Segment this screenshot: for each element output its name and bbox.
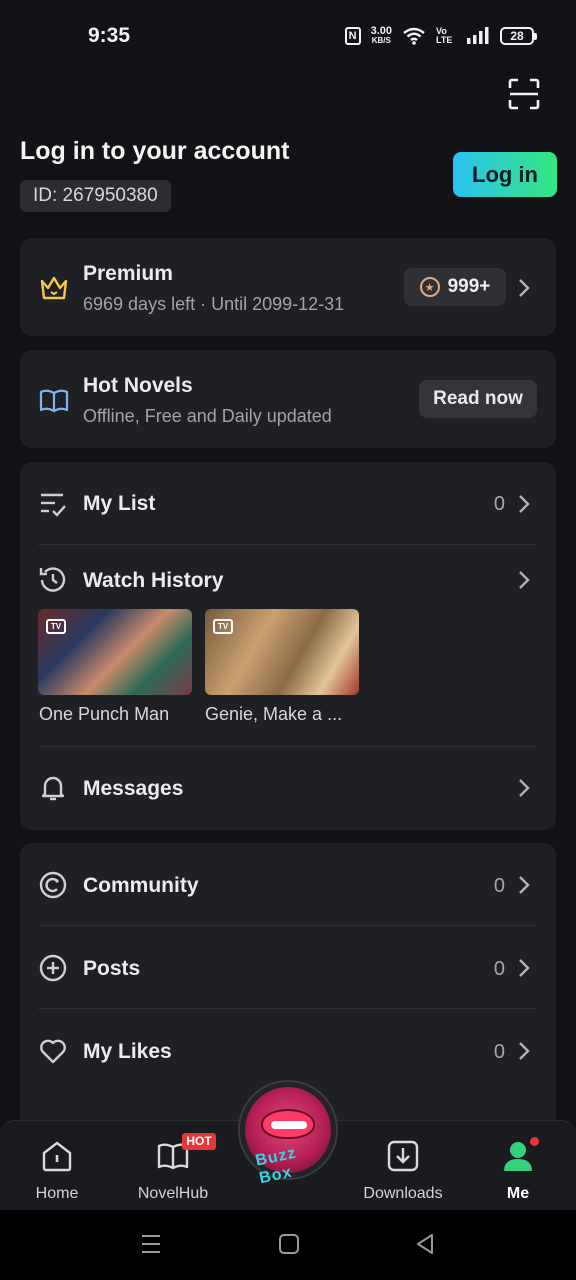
- coin-balance[interactable]: ★ 999+: [404, 268, 506, 306]
- my-likes-count: 0: [493, 1041, 505, 1063]
- nav-downloads-label: Downloads: [363, 1185, 443, 1202]
- nav-novelhub-label: NovelHub: [137, 1185, 209, 1202]
- chevron-right-icon: [519, 779, 530, 797]
- chevron-right-icon: [519, 1042, 530, 1060]
- coin-icon: ★: [419, 277, 440, 297]
- login-button[interactable]: Log in: [453, 152, 557, 197]
- nav-downloads[interactable]: Downloads: [348, 1139, 458, 1203]
- heart-icon: [40, 1039, 66, 1064]
- status-bar: 9:35 N 3.00 KB/S Vo LTE 28: [0, 0, 576, 74]
- history-thumbnail-2[interactable]: TV: [205, 609, 359, 695]
- bell-icon: [41, 776, 65, 801]
- nav-me-label: Me: [506, 1185, 530, 1202]
- watch-history-row[interactable]: Watch History: [20, 545, 556, 605]
- my-likes-label: My Likes: [83, 1040, 172, 1063]
- premium-title: Premium: [83, 262, 173, 285]
- scan-icon[interactable]: [508, 78, 540, 110]
- premium-card[interactable]: Premium 6969 days left · Until 2099-12-3…: [20, 238, 556, 336]
- hot-novels-title: Hot Novels: [83, 374, 193, 397]
- notification-dot: [530, 1137, 539, 1146]
- posts-row[interactable]: Posts 0: [20, 926, 556, 1009]
- history-thumbnail-1[interactable]: TV: [38, 609, 192, 695]
- chevron-right-icon: [519, 279, 530, 297]
- community-icon: [39, 871, 67, 899]
- plus-circle-icon: [39, 954, 67, 982]
- watch-history-label: Watch History: [83, 569, 224, 592]
- status-time: 9:35: [88, 24, 131, 47]
- hot-badge: HOT: [182, 1133, 216, 1150]
- network-speed-unit: KB/S: [371, 36, 391, 45]
- network-speed: 3.00 KB/S: [371, 26, 392, 46]
- home-square-icon[interactable]: [278, 1232, 300, 1256]
- back-icon[interactable]: [414, 1232, 436, 1256]
- status-icons: N 3.00 KB/S Vo LTE 28: [344, 26, 537, 46]
- chevron-right-icon: [519, 495, 530, 513]
- download-icon: [387, 1140, 419, 1172]
- hot-novels-subtitle: Offline, Free and Daily updated: [83, 406, 332, 426]
- chevron-right-icon: [519, 876, 530, 894]
- library-card: My List 0 Watch History TV One Punch Man…: [20, 462, 556, 830]
- premium-subtitle: 6969 days left · Until 2099-12-31: [83, 294, 345, 314]
- community-row[interactable]: Community 0: [20, 843, 556, 926]
- messages-label: Messages: [83, 777, 184, 800]
- history-icon: [39, 567, 66, 592]
- history-title-2[interactable]: Genie, Make a ...: [205, 704, 342, 725]
- book-icon: [39, 389, 69, 413]
- hot-novels-card[interactable]: Hot Novels Offline, Free and Daily updat…: [20, 350, 556, 448]
- nav-home[interactable]: Home: [2, 1139, 112, 1203]
- posts-label: Posts: [83, 957, 141, 980]
- signal-icon: [467, 27, 489, 44]
- nav-me[interactable]: Me: [463, 1139, 573, 1203]
- my-likes-row[interactable]: My Likes 0: [20, 1009, 556, 1092]
- account-title[interactable]: Log in to your account: [20, 137, 289, 166]
- list-check-icon: [41, 493, 66, 517]
- my-list-label: My List: [83, 492, 156, 515]
- nfc-icon: N: [344, 27, 361, 45]
- chevron-right-icon: [519, 571, 530, 589]
- home-icon: [42, 1141, 72, 1172]
- system-navigation-bar: [0, 1210, 576, 1280]
- lips-logo-icon: [261, 1109, 315, 1139]
- read-now-button[interactable]: Read now: [419, 380, 537, 418]
- wifi-icon: [403, 27, 425, 45]
- menu-icon[interactable]: [140, 1232, 162, 1256]
- history-title-1[interactable]: One Punch Man: [39, 704, 169, 725]
- my-list-count: 0: [493, 493, 505, 515]
- coin-count: 999+: [447, 276, 491, 297]
- volte-icon: Vo LTE: [436, 26, 453, 45]
- crown-icon: [40, 276, 68, 300]
- messages-row[interactable]: Messages: [20, 747, 556, 830]
- posts-count: 0: [493, 958, 505, 980]
- buzzbox-logo-button[interactable]: Buzz Box: [240, 1082, 336, 1187]
- account-id-badge: ID: 267950380: [20, 180, 171, 212]
- my-list-row[interactable]: My List 0: [20, 462, 556, 545]
- chevron-right-icon: [519, 959, 530, 977]
- battery-icon: 28: [500, 27, 537, 45]
- community-count: 0: [493, 875, 505, 897]
- tv-badge: TV: [213, 619, 233, 634]
- nav-home-label: Home: [35, 1185, 79, 1202]
- tv-badge: TV: [46, 619, 66, 634]
- community-label: Community: [83, 874, 199, 897]
